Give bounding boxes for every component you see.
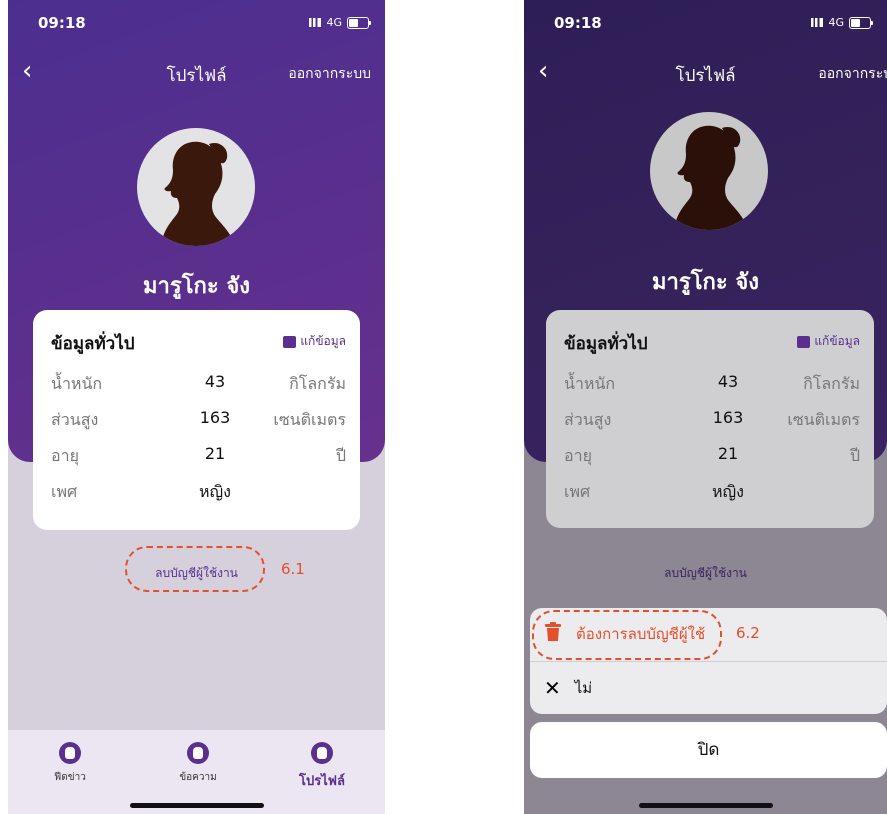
row-label: เพศ [51, 482, 78, 501]
row-unit: กิโลกรัม [289, 374, 346, 393]
edit-label: แก้ข้อมูล [300, 334, 346, 348]
avatar [650, 112, 768, 230]
info-row-height: ส่วนสูง 163 เซนติเมตร [564, 408, 860, 434]
row-value: 163 [199, 408, 231, 427]
row-unit: เซนติเมตร [787, 410, 860, 429]
row-unit: ปี [849, 446, 860, 465]
info-row-age: อายุ 21 ปี [564, 444, 860, 470]
status-indicators: 4G [309, 16, 371, 29]
logout-button[interactable]: ออกจากระบบ [818, 63, 887, 85]
row-label: อายุ [564, 446, 592, 465]
avatar [137, 128, 255, 246]
card-title: ข้อมูลทั่วไป [564, 334, 648, 354]
home-indicator [638, 803, 773, 808]
profile-screen-confirm: 09:18 4G ‹ โปรไฟล์ ออกจากระบบ มารูโกะ จั… [524, 0, 887, 814]
logout-button[interactable]: ออกจากระบบ [288, 63, 371, 85]
info-row-weight: น้ำหนัก 43 กิโลกรัม [564, 372, 860, 398]
info-row-age: อายุ 21 ปี [51, 444, 346, 470]
signal-icon [811, 18, 824, 27]
info-row-height: ส่วนสูง 163 เซนติเมตร [51, 408, 346, 434]
close-icon: ✕ [544, 676, 561, 700]
tooth-icon [187, 742, 209, 764]
info-row-gender: เพศ หญิง [564, 480, 860, 506]
signal-icon [309, 18, 322, 27]
cancel-option[interactable]: ✕ ไม่ [530, 661, 887, 714]
highlight-oval [532, 610, 722, 660]
status-time: 09:18 [554, 14, 602, 32]
row-value: หญิง [199, 482, 231, 501]
tab-feed[interactable]: ฟีดข่าว [30, 742, 110, 785]
tab-label: โปรไฟล์ [299, 774, 345, 789]
row-value: 21 [717, 444, 739, 463]
row-label: น้ำหนัก [564, 374, 616, 393]
tooth-icon [311, 742, 333, 764]
tab-label: ฟีดข่าว [54, 772, 86, 783]
status-indicators: 4G [811, 16, 873, 29]
edit-button[interactable]: แก้ข้อมูล [283, 332, 346, 351]
row-label: ส่วนสูง [564, 410, 612, 429]
row-value: 43 [717, 372, 739, 391]
edit-button[interactable]: แก้ข้อมูล [797, 332, 860, 351]
general-info-card: ข้อมูลทั่วไป แก้ข้อมูล น้ำหนัก 43 กิโลกร… [33, 310, 360, 530]
profile-name: มารูโกะ จัง [143, 274, 250, 299]
row-label: เพศ [564, 482, 591, 501]
tab-profile[interactable]: โปรไฟล์ [282, 742, 362, 791]
home-indicator [129, 803, 264, 808]
general-info-card: ข้อมูลทั่วไป แก้ข้อมูล น้ำหนัก 43 กิโลกร… [546, 310, 874, 528]
network-label: 4G [828, 16, 844, 29]
row-value: 21 [204, 444, 226, 463]
edit-icon [797, 335, 811, 348]
info-row-weight: น้ำหนัก 43 กิโลกรัม [51, 372, 346, 398]
tab-label: ข้อความ [179, 772, 217, 783]
close-button[interactable]: ปิด [530, 722, 887, 778]
row-label: ส่วนสูง [51, 410, 99, 429]
info-row-gender: เพศ หญิง [51, 480, 346, 506]
edit-label: แก้ข้อมูล [814, 334, 860, 348]
step-label: 6.1 [281, 560, 305, 578]
row-value: หญิง [712, 482, 744, 501]
tab-bar: ฟีดข่าว ข้อความ โปรไฟล์ [8, 730, 385, 814]
battery-icon [347, 16, 371, 29]
delete-account-link[interactable]: ลบบัญชีผู้ใช้งาน [524, 564, 887, 583]
step-label: 6.2 [736, 624, 760, 642]
row-unit: กิโลกรัม [803, 374, 860, 393]
tab-messages[interactable]: ข้อความ [158, 742, 238, 785]
row-label: อายุ [51, 446, 79, 465]
profile-screen: 09:18 4G ‹ โปรไฟล์ ออกจากระบบ มารูโกะ จั… [8, 0, 385, 814]
row-value: 43 [204, 372, 226, 391]
row-unit: ปี [335, 446, 346, 465]
woman-silhouette-icon [674, 125, 748, 230]
network-label: 4G [326, 16, 342, 29]
row-label: น้ำหนัก [51, 374, 103, 393]
cancel-label: ไม่ [574, 679, 593, 697]
edit-icon [283, 335, 297, 348]
tooth-icon [59, 742, 81, 764]
battery-icon [849, 16, 873, 29]
status-time: 09:18 [38, 14, 86, 32]
profile-name: มารูโกะ จัง [652, 270, 759, 295]
row-value: 163 [712, 408, 744, 427]
card-title: ข้อมูลทั่วไป [51, 334, 135, 354]
woman-silhouette-icon [161, 141, 235, 246]
highlight-oval [125, 546, 265, 592]
row-unit: เซนติเมตร [273, 410, 346, 429]
